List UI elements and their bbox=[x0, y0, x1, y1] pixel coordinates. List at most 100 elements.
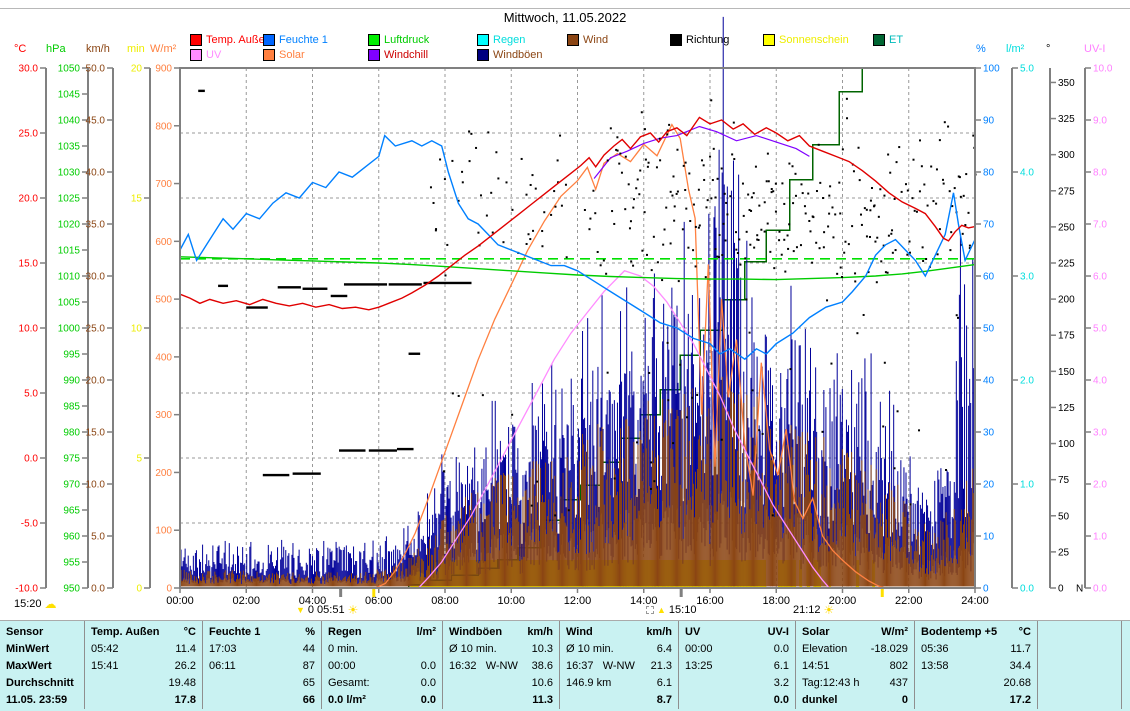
svg-text:08:00: 08:00 bbox=[431, 595, 459, 607]
svg-text:35.0: 35.0 bbox=[86, 220, 106, 231]
svg-text:0: 0 bbox=[136, 584, 142, 595]
table-cell: 19.48 bbox=[85, 675, 202, 692]
svg-text:1.0: 1.0 bbox=[1093, 532, 1107, 543]
svg-text:1050: 1050 bbox=[58, 64, 81, 75]
table-cell: 00:000.0 bbox=[679, 641, 795, 658]
svg-text:02:00: 02:00 bbox=[232, 595, 260, 607]
svg-text:0.0: 0.0 bbox=[1020, 584, 1034, 595]
table-cell: 00:000.0 bbox=[322, 658, 442, 675]
svg-text:975: 975 bbox=[63, 454, 80, 465]
weather-app-page: Mittwoch, 11.05.2022 Temp. AußenFeuchte … bbox=[0, 0, 1130, 711]
svg-text:0.0: 0.0 bbox=[24, 454, 38, 465]
svg-text:40: 40 bbox=[983, 376, 995, 387]
table-cell: 146.9 km6.1 bbox=[560, 675, 678, 692]
svg-text:955: 955 bbox=[63, 558, 80, 569]
annotation-moon-time: 15:20☁ bbox=[14, 598, 57, 610]
svg-text:1.0: 1.0 bbox=[1020, 480, 1034, 491]
svg-text:15.0: 15.0 bbox=[19, 259, 39, 270]
table-row-label: 11.05. 23:59 bbox=[0, 692, 84, 709]
svg-text:5.0: 5.0 bbox=[1093, 324, 1107, 335]
table-cell: 05:3611.7 bbox=[915, 641, 1037, 658]
svg-text:3.0: 3.0 bbox=[1093, 428, 1107, 439]
table-column-header: UVUV-I bbox=[679, 624, 795, 641]
table-cell: Ø 10 min.10.3 bbox=[443, 641, 559, 658]
svg-text:50.0: 50.0 bbox=[86, 64, 106, 75]
svg-text:300: 300 bbox=[1058, 150, 1075, 161]
table-column-header: Regenl/m² bbox=[322, 624, 442, 641]
svg-text:12:00: 12:00 bbox=[564, 595, 592, 607]
svg-text:0: 0 bbox=[1058, 584, 1064, 595]
table-cell: 10.6 bbox=[443, 675, 559, 692]
table-column-header: Temp. Außen°C bbox=[85, 624, 202, 641]
sunrise-sun-icon: ☀ bbox=[348, 605, 359, 615]
axis-%: %0102030405060708090100 bbox=[975, 43, 1000, 595]
svg-text:90: 90 bbox=[983, 116, 995, 127]
table-cell: 20.68 bbox=[915, 675, 1037, 692]
table-cell: 16:37 W-NW21.3 bbox=[560, 658, 678, 675]
svg-text:60: 60 bbox=[983, 272, 995, 283]
axis-min: min05101520 bbox=[127, 43, 150, 595]
svg-text:150: 150 bbox=[1058, 367, 1075, 378]
svg-text:24:00: 24:00 bbox=[961, 595, 989, 607]
annotation-text: 0 bbox=[308, 604, 314, 616]
table-column-wind: Windkm/hØ 10 min.6.416:37 W-NW21.3146.9 … bbox=[559, 621, 678, 709]
svg-text:995: 995 bbox=[63, 350, 80, 361]
svg-text:0: 0 bbox=[166, 584, 172, 595]
svg-text:400: 400 bbox=[155, 352, 172, 363]
svg-text:0: 0 bbox=[983, 584, 989, 595]
table-column-header: Feuchte 1% bbox=[203, 624, 321, 641]
svg-text:10.0: 10.0 bbox=[86, 480, 106, 491]
svg-text:30: 30 bbox=[983, 428, 995, 439]
svg-text:25.0: 25.0 bbox=[86, 324, 106, 335]
annotation-moonrise: ▲15:10 bbox=[646, 604, 696, 616]
x-axis-labels: 00:0002:0004:0006:0008:0010:0012:0014:00… bbox=[166, 589, 989, 607]
svg-text:600: 600 bbox=[155, 237, 172, 248]
table-cell: 13:256.1 bbox=[679, 658, 795, 675]
svg-text:250: 250 bbox=[1058, 222, 1075, 233]
svg-text:45.0: 45.0 bbox=[86, 116, 106, 127]
svg-text:25.0: 25.0 bbox=[19, 129, 39, 140]
svg-text:200: 200 bbox=[155, 468, 172, 479]
table-column-bodentemp-5: Bodentemp +5°C05:3611.713:5834.420.6817.… bbox=[914, 621, 1037, 709]
moon-cloud-icon: ☁ bbox=[45, 599, 57, 609]
table-cell: 17.8 bbox=[85, 692, 202, 709]
svg-text:N: N bbox=[1076, 584, 1083, 595]
table-column-header: SolarW/m² bbox=[796, 624, 914, 641]
svg-text:°: ° bbox=[1046, 43, 1050, 55]
table-cell: 0 min. bbox=[322, 641, 442, 658]
svg-text:5.0: 5.0 bbox=[91, 532, 105, 543]
svg-text:75: 75 bbox=[1058, 475, 1070, 486]
annotation-sunset: 21:12☀ bbox=[793, 604, 834, 616]
table-column-sensor: SensorMinWertMaxWertDurchschnitt11.05. 2… bbox=[0, 621, 84, 709]
svg-text:-10.0: -10.0 bbox=[15, 584, 38, 595]
svg-text:22:00: 22:00 bbox=[895, 595, 923, 607]
table-cell: 05:4211.4 bbox=[85, 641, 202, 658]
svg-text:5: 5 bbox=[136, 454, 142, 465]
svg-text:960: 960 bbox=[63, 532, 80, 543]
table-cell: 14:51802 bbox=[796, 658, 914, 675]
table-cell: 3.2 bbox=[679, 675, 795, 692]
annotation-text: 15:10 bbox=[669, 604, 697, 616]
table-row-label: MinWert bbox=[0, 641, 84, 658]
svg-text:0.0: 0.0 bbox=[91, 584, 105, 595]
svg-text:1020: 1020 bbox=[58, 220, 81, 231]
svg-text:950: 950 bbox=[63, 584, 80, 595]
table-cell: 17.2 bbox=[915, 692, 1037, 709]
svg-text:700: 700 bbox=[155, 179, 172, 190]
table-column-header: Windböenkm/h bbox=[443, 624, 559, 641]
table-column-uv: UVUV-I00:000.013:256.13.20.0 bbox=[678, 621, 795, 709]
svg-text:900: 900 bbox=[155, 64, 172, 75]
table-cell: 0.0 l/m²0.0 bbox=[322, 692, 442, 709]
table-cell: 16:32 W-NW38.6 bbox=[443, 658, 559, 675]
table-cell: dunkel0 bbox=[796, 692, 914, 709]
svg-text:hPa: hPa bbox=[46, 43, 66, 55]
svg-text:-5.0: -5.0 bbox=[21, 519, 39, 530]
svg-text:8.0: 8.0 bbox=[1093, 168, 1107, 179]
table-column-windb-en: Windböenkm/hØ 10 min.10.316:32 W-NW38.61… bbox=[442, 621, 559, 709]
svg-text:980: 980 bbox=[63, 428, 80, 439]
svg-text:80: 80 bbox=[983, 168, 995, 179]
annotation-text: 21:12 bbox=[793, 604, 821, 616]
svg-text:20.0: 20.0 bbox=[19, 194, 39, 205]
svg-text:10.0: 10.0 bbox=[1093, 64, 1113, 75]
svg-text:16:00: 16:00 bbox=[696, 595, 724, 607]
